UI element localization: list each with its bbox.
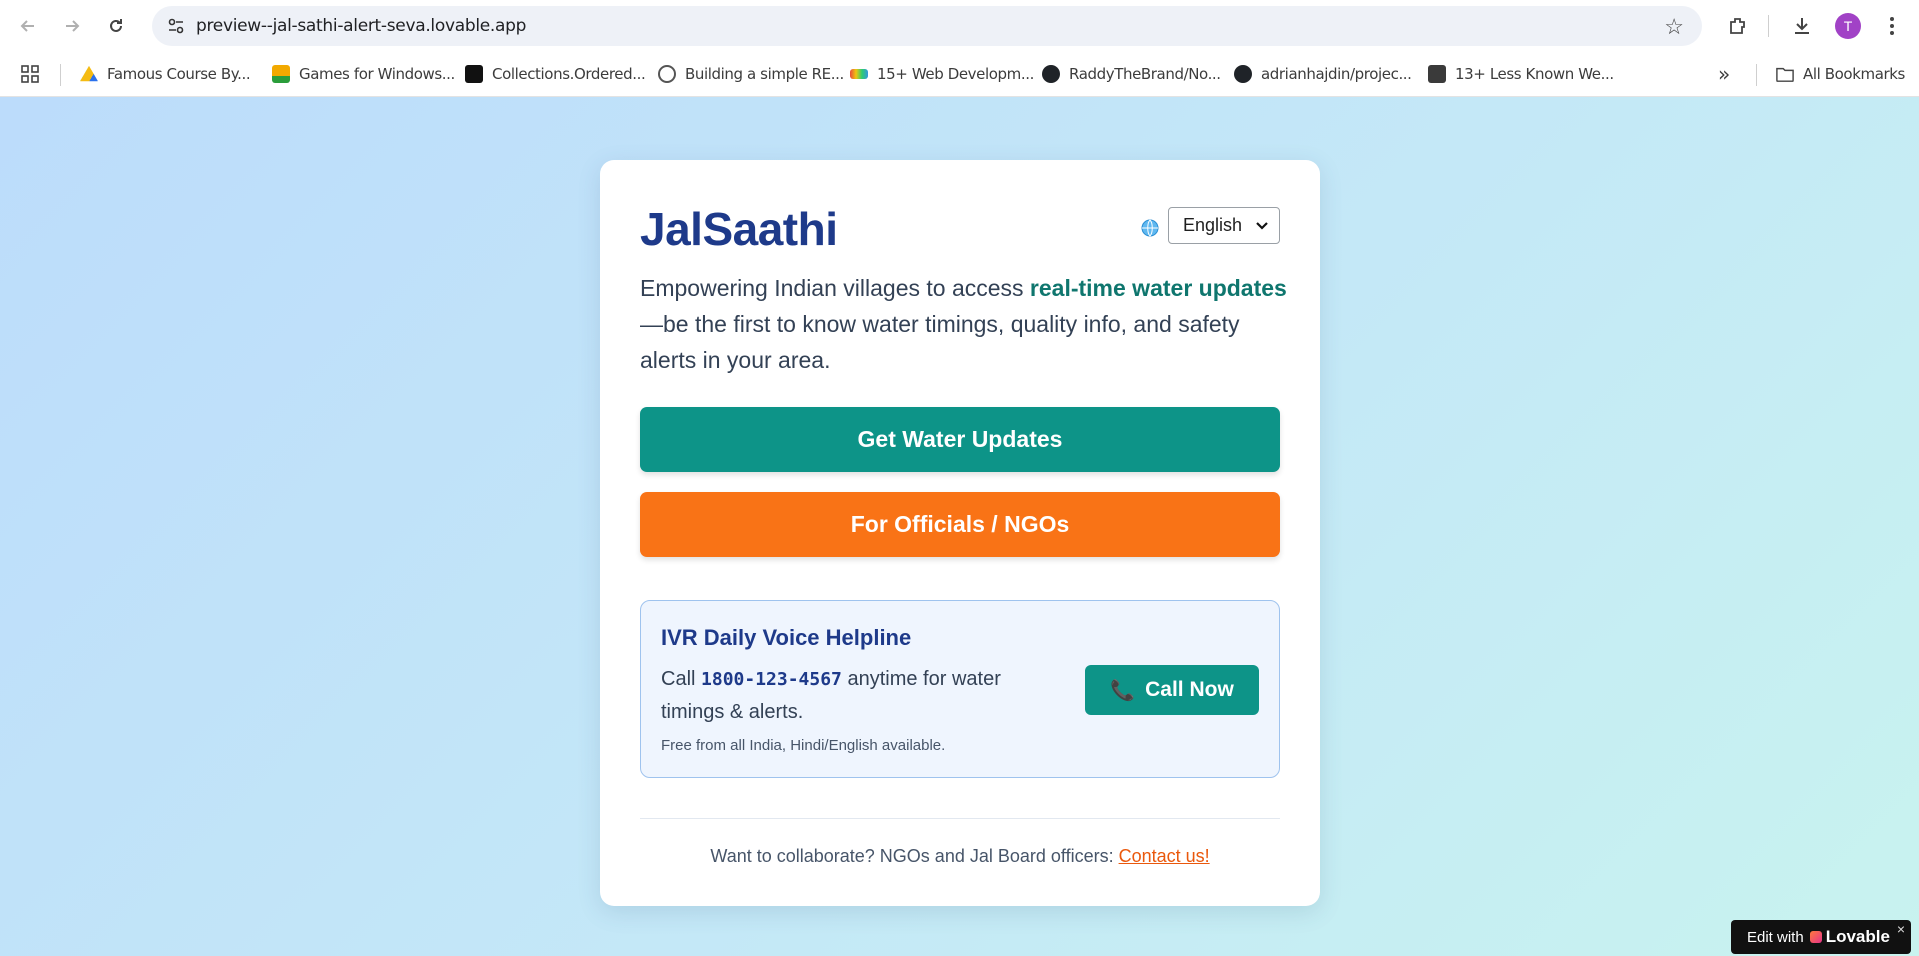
globe-icon: [1141, 219, 1159, 237]
address-bar[interactable]: preview--jal-sathi-alert-seva.lovable.ap…: [152, 6, 1702, 46]
all-bookmarks-label: All Bookmarks: [1803, 65, 1905, 83]
apps-grid-icon[interactable]: [20, 62, 40, 86]
tagline-text: Empowering Indian villages to access: [640, 275, 1030, 301]
back-icon[interactable]: [14, 12, 42, 40]
url-text[interactable]: preview--jal-sathi-alert-seva.lovable.ap…: [196, 16, 526, 36]
rainbow-icon: [850, 69, 868, 79]
reload-icon[interactable]: [102, 12, 130, 40]
globe-icon: [658, 65, 676, 83]
menu-kebab-icon[interactable]: [1878, 12, 1906, 40]
bookmarks-divider: [60, 64, 61, 86]
helpline-number: 1800-123-4567: [701, 669, 842, 690]
site-settings-icon[interactable]: [166, 16, 186, 36]
download-arrow-icon: [272, 65, 290, 83]
bookmark-item[interactable]: RaddyTheBrand/No...: [1042, 62, 1221, 86]
google-drive-icon: [80, 65, 98, 82]
bookmark-item[interactable]: Famous Course By...: [80, 62, 251, 86]
hashnode-icon: [465, 65, 483, 83]
main-card: JalSaathi English Empowering Indian vill…: [600, 160, 1320, 906]
tagline: Empowering Indian villages to access rea…: [640, 270, 1290, 378]
bookmark-label: adrianhajdin/projec...: [1261, 65, 1412, 83]
tagline-highlight: real-time water updates: [1029, 275, 1287, 301]
call-now-button[interactable]: 📞 Call Now: [1085, 665, 1259, 715]
language-select-value: English: [1183, 215, 1243, 235]
github-icon: [1042, 65, 1060, 83]
ivr-text: Call: [661, 668, 702, 690]
github-icon: [1234, 65, 1252, 83]
ivr-note: Free from all India, Hindi/English avail…: [661, 737, 946, 754]
ivr-helpline-panel: IVR Daily Voice Helpline Call 1800-123-4…: [640, 600, 1280, 778]
folder-icon: [1776, 67, 1794, 82]
bookmark-item[interactable]: Games for Windows...: [272, 62, 455, 86]
bookmark-label: Building a simple RE...: [685, 65, 844, 83]
close-icon[interactable]: ×: [1897, 921, 1905, 937]
officials-ngos-button[interactable]: For Officials / NGOs: [640, 492, 1280, 557]
bookmark-item[interactable]: 13+ Less Known We...: [1428, 62, 1614, 86]
bookmark-item[interactable]: Collections.Ordered...: [465, 62, 646, 86]
profile-avatar[interactable]: T: [1835, 13, 1861, 39]
bookmark-label: Games for Windows...: [299, 65, 455, 83]
forward-icon[interactable]: [58, 12, 86, 40]
ivr-title: IVR Daily Voice Helpline: [661, 625, 912, 650]
chevron-down-icon: [1256, 222, 1268, 230]
badge-prefix: Edit with: [1747, 928, 1804, 946]
toolbar-divider: [1768, 15, 1769, 37]
all-bookmarks-button[interactable]: All Bookmarks: [1776, 62, 1905, 86]
bookmark-label: Collections.Ordered...: [492, 65, 646, 83]
bookmark-label: 13+ Less Known We...: [1455, 65, 1614, 83]
bookmark-label: Famous Course By...: [107, 65, 251, 83]
edit-with-lovable-badge[interactable]: Edit with Lovable ×: [1731, 920, 1911, 954]
collaborate-footer: Want to collaborate? NGOs and Jal Board …: [600, 846, 1320, 867]
bookmark-label: 15+ Web Developm...: [877, 65, 1034, 83]
browser-toolbar: preview--jal-sathi-alert-seva.lovable.ap…: [0, 0, 1919, 52]
phone-icon: 📞: [1110, 679, 1136, 702]
ivr-description: Call 1800-123-4567 anytime for water tim…: [661, 663, 1061, 728]
bookmark-star-icon[interactable]: ☆: [1664, 14, 1684, 40]
app-title: JalSaathi: [640, 203, 838, 255]
page-background: JalSaathi English Empowering Indian vill…: [0, 97, 1919, 956]
badge-brand: Lovable: [1825, 927, 1890, 946]
bookmark-item[interactable]: adrianhajdin/projec...: [1234, 62, 1412, 86]
bookmarks-divider: [1756, 64, 1757, 86]
footer-text: Want to collaborate? NGOs and Jal Board …: [710, 846, 1119, 866]
bookmark-item[interactable]: Building a simple RE...: [658, 62, 844, 86]
call-now-label: Call Now: [1145, 678, 1234, 701]
tagline-text: —be the first to know water timings, qua…: [640, 311, 1240, 373]
get-water-updates-button[interactable]: Get Water Updates: [640, 407, 1280, 472]
bookmarks-overflow-icon[interactable]: »: [1718, 62, 1730, 86]
lovable-logo-icon: [1809, 931, 1822, 943]
bookmark-item[interactable]: 15+ Web Developm...: [850, 62, 1034, 86]
contact-us-link[interactable]: Contact us!: [1119, 846, 1210, 866]
bookmark-label: RaddyTheBrand/No...: [1069, 65, 1221, 83]
extensions-icon[interactable]: [1724, 12, 1752, 40]
download-icon[interactable]: [1788, 12, 1816, 40]
footer-divider: [640, 818, 1280, 819]
bookmarks-bar: Famous Course By... Games for Windows...…: [0, 52, 1919, 97]
language-select[interactable]: English: [1168, 207, 1280, 244]
shield-icon: [1428, 65, 1446, 83]
